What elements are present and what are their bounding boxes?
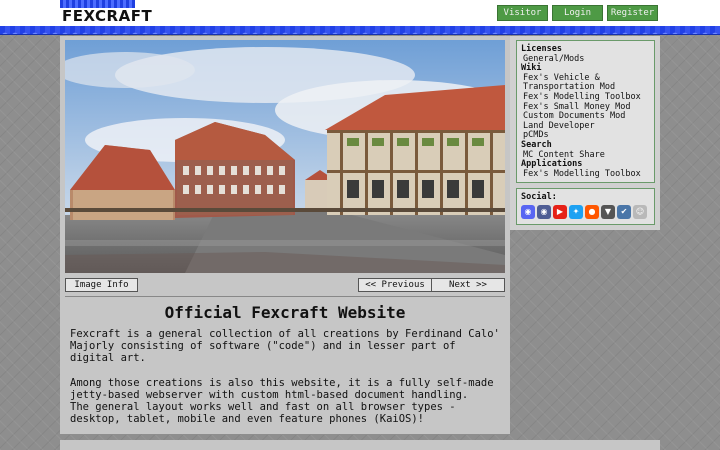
social-icons-row: ◉ ◉ ▶ ✦ ● ▼ ✔ ☺ [521, 204, 650, 219]
image-info-button[interactable]: Image Info [65, 278, 138, 292]
header-wave-border [0, 26, 720, 35]
website-paragraph: Among those creations is also this websi… [70, 377, 494, 425]
curseforge-icon[interactable]: ▼ [601, 204, 615, 219]
youtube-icon[interactable]: ▶ [553, 204, 567, 219]
next-image-button[interactable]: Next >> [431, 278, 505, 292]
menu-item-vehicle-mod[interactable]: Fex's Vehicle & Transportation Mod [521, 73, 650, 93]
menu-item-app-modelling-toolbox[interactable]: Fex's Modelling Toolbox [521, 169, 650, 180]
bot-icon[interactable]: ☺ [633, 204, 647, 219]
page-title: Official Fexcraft Website [164, 303, 406, 322]
social-label: Social: [521, 192, 557, 202]
twitter-icon[interactable]: ✦ [569, 204, 583, 219]
top-bar: FEXCRAFT Visitor Login Register [0, 0, 720, 26]
sidebar: Licenses General/Mods Wiki Fex's Vehicle… [510, 36, 660, 230]
discord-alt-icon[interactable]: ◉ [537, 204, 551, 219]
login-button[interactable]: Login [552, 5, 603, 21]
footer-strip [60, 440, 660, 450]
social-box: Social: ◉ ◉ ▶ ✦ ● ▼ ✔ ☺ [516, 188, 655, 225]
content-divider [65, 296, 505, 297]
sidebar-menu: Licenses General/Mods Wiki Fex's Vehicle… [516, 40, 655, 183]
register-button[interactable]: Register [607, 5, 658, 21]
visitor-button[interactable]: Visitor [497, 5, 548, 21]
discord-icon[interactable]: ◉ [521, 204, 535, 219]
main-panel: Image Info << Previous Next >> Official … [60, 36, 510, 434]
hero-image [65, 40, 505, 273]
previous-image-button[interactable]: << Previous [358, 278, 432, 292]
vk-icon[interactable]: ✔ [617, 204, 631, 219]
logo-text: FEXCRAFT [62, 7, 153, 25]
site-logo[interactable]: FEXCRAFT [60, 0, 152, 25]
intro-paragraph: Fexcraft is a general collection of all … [70, 328, 500, 364]
reddit-icon[interactable]: ● [585, 204, 599, 219]
